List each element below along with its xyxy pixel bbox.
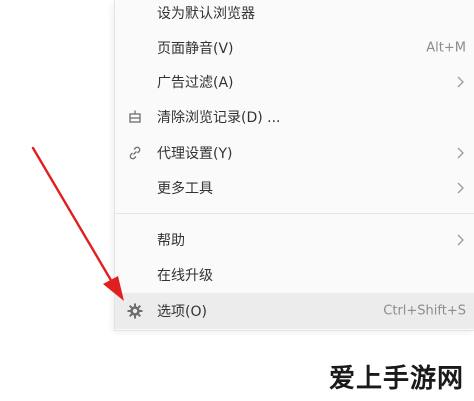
chevron-right-icon <box>457 234 464 245</box>
menu-item-label: 在线升级 <box>157 267 213 284</box>
menu-item-set-default-browser[interactable]: 设为默认浏览器 <box>115 0 474 30</box>
menu-item-label: 帮助 <box>157 232 185 249</box>
shortcut-label: Alt+M <box>426 40 466 55</box>
chevron-right-icon <box>457 182 464 193</box>
menu-item-help[interactable]: 帮助 <box>115 222 474 257</box>
menu-item-label: 选项(O) <box>157 304 207 320</box>
menu-item-mute-page[interactable]: 页面静音(V) Alt+M <box>115 30 474 65</box>
menu-item-clear-history[interactable]: 清除浏览记录(D) ... <box>115 99 474 134</box>
menu-item-online-upgrade[interactable]: 在线升级 <box>115 257 474 292</box>
shortcut-label: Ctrl+Shift+S <box>383 303 466 319</box>
menu-divider <box>115 213 474 214</box>
watermark: 爱上手游网 <box>328 364 464 394</box>
clear-icon <box>127 109 143 125</box>
menu-item-label: 广告过滤(A) <box>157 74 234 91</box>
menu-item-more-tools[interactable]: 更多工具 <box>115 170 474 205</box>
menu-item-label: 清除浏览记录(D) ... <box>157 109 281 126</box>
chevron-right-icon <box>457 76 464 87</box>
menu-item-label: 设为默认浏览器 <box>157 5 255 22</box>
menu-item-label: 页面静音(V) <box>157 40 234 57</box>
menu-item-ad-filter[interactable]: 广告过滤(A) <box>115 64 474 99</box>
menu-item-label: 更多工具 <box>157 180 213 197</box>
menu-item-proxy-settings[interactable]: 代理设置(Y) <box>115 135 474 170</box>
menu-item-options[interactable]: 选项(O) Ctrl+Shift+S <box>115 293 474 329</box>
gear-icon <box>127 303 143 319</box>
link-icon <box>127 145 143 161</box>
chevron-right-icon <box>457 147 464 158</box>
menu-item-label: 代理设置(Y) <box>157 145 233 162</box>
context-menu: 设为默认浏览器 页面静音(V) Alt+M 广告过滤(A) 清除浏览记录(D) … <box>114 0 474 331</box>
